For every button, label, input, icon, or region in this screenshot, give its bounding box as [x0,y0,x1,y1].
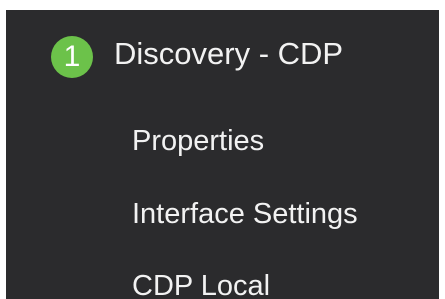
step-number-badge: 1 [51,36,93,78]
discovery-cdp-section-header[interactable]: 1 Discovery - CDP [6,10,439,94]
navigation-panel: 1 Discovery - CDP Properties Interface S… [6,10,439,299]
menu-item-cdp-local[interactable]: CDP Local [132,267,270,299]
menu-item-properties[interactable]: Properties [132,122,264,160]
menu-item-interface-settings[interactable]: Interface Settings [132,195,358,233]
section-title: Discovery - CDP [114,36,344,71]
